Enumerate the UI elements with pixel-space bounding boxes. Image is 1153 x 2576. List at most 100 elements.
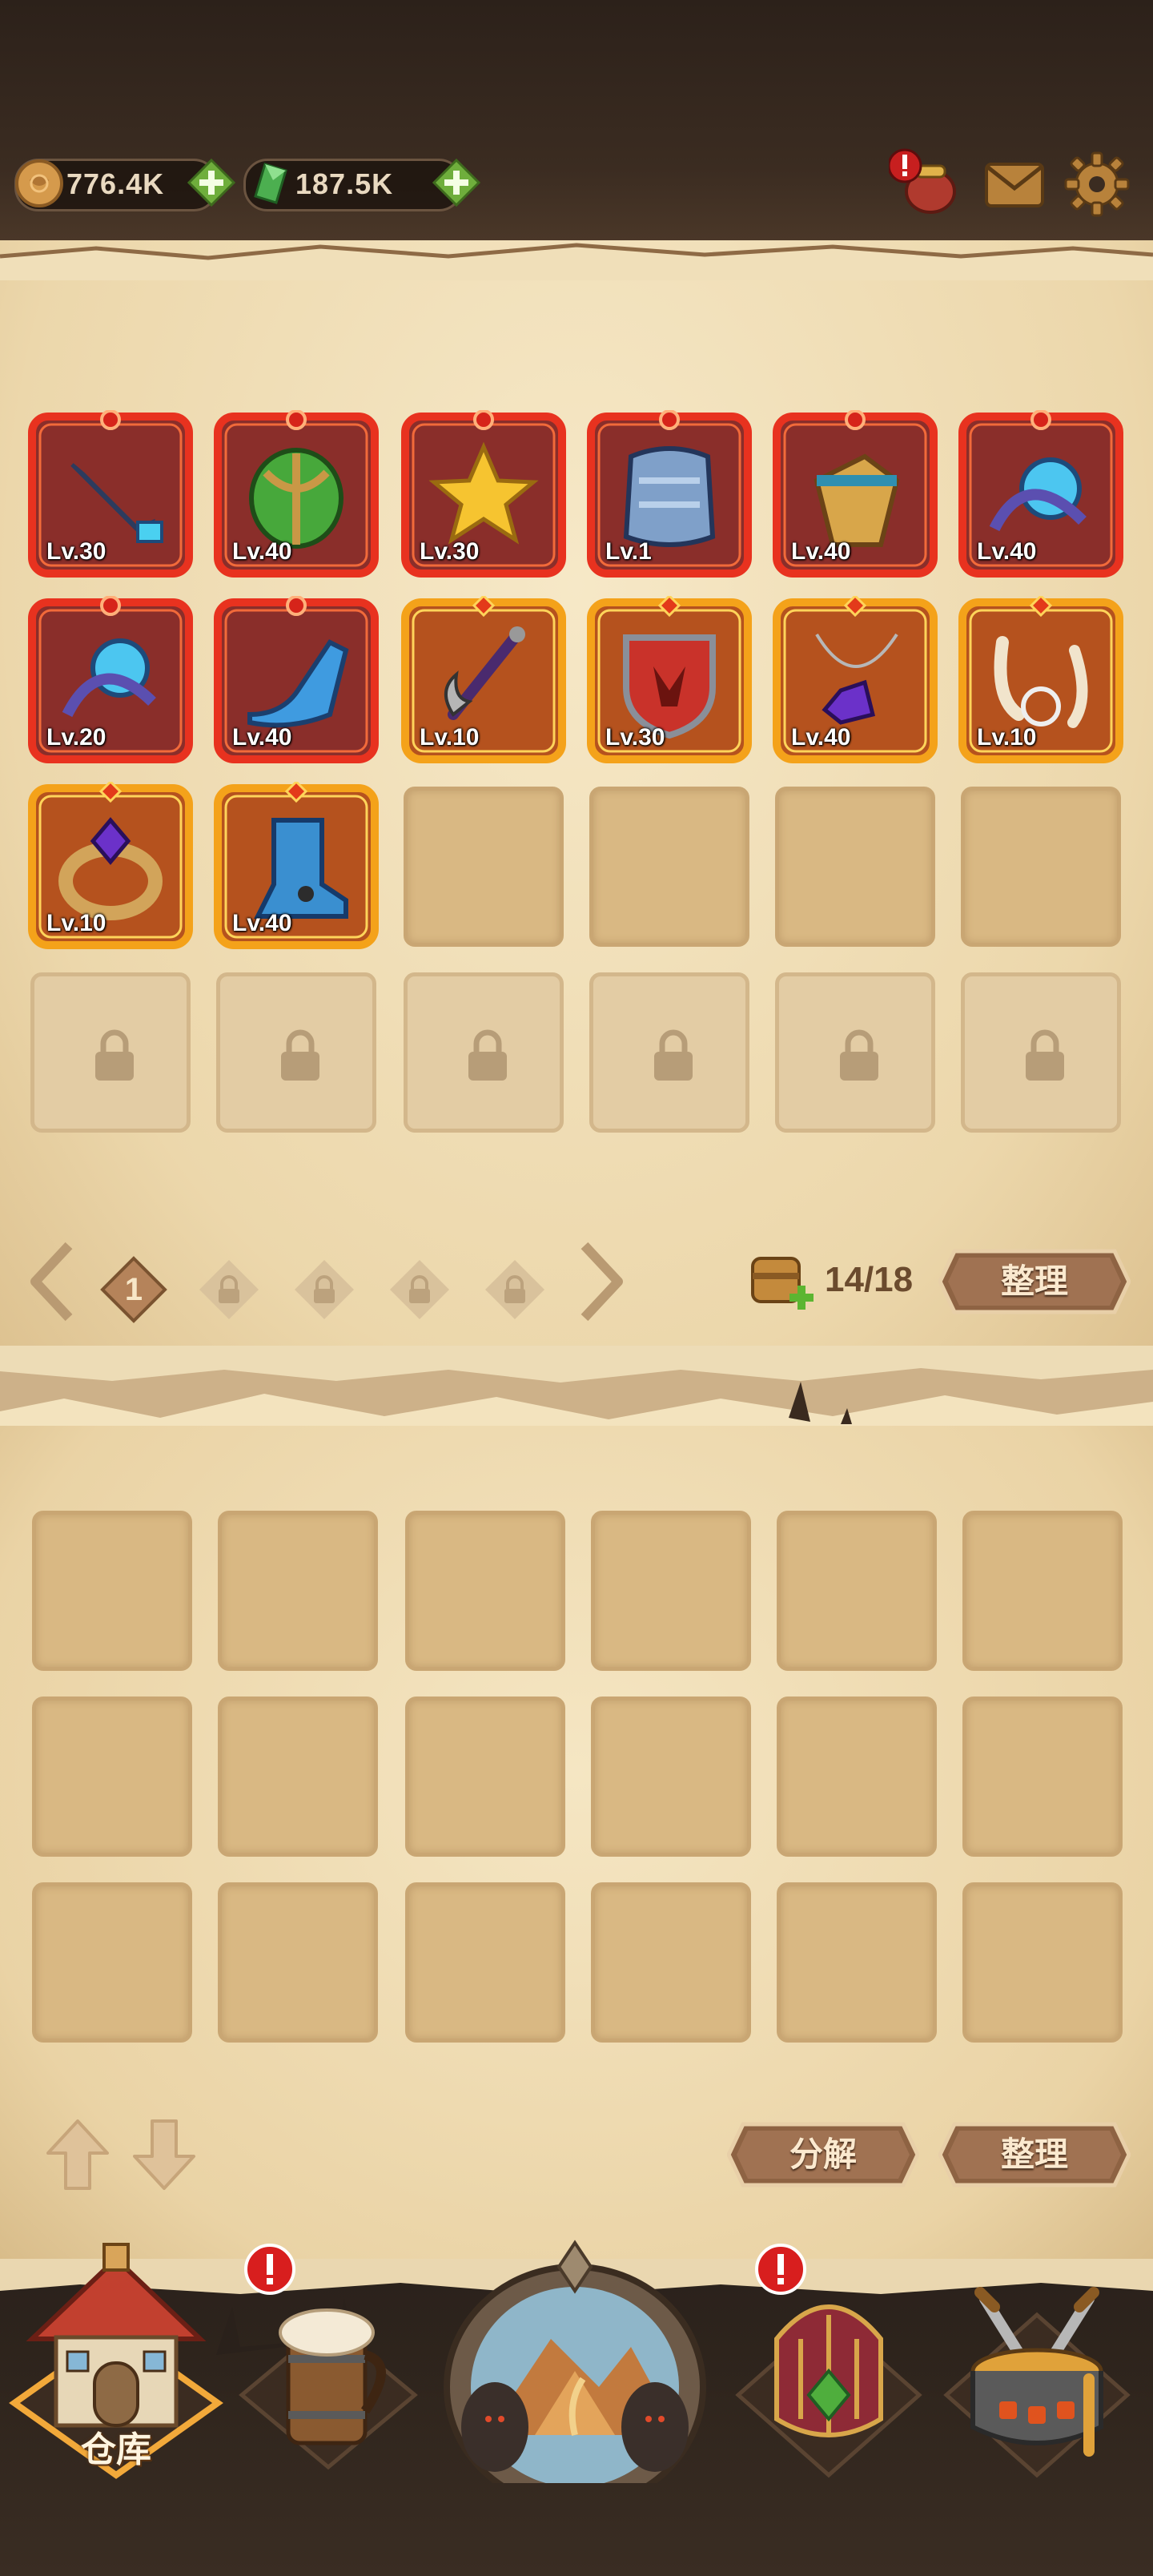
nav-equipment[interactable] [729,2244,929,2483]
item-level: Lv.30 [420,538,480,565]
alert-badge-icon [244,2244,295,2295]
next-page-arrow-icon[interactable] [573,1238,629,1326]
item-level: Lv.30 [605,724,665,751]
item-level: Lv.10 [420,724,480,751]
lock-icon [1026,1029,1064,1081]
item-level: Lv.40 [791,724,851,751]
sort-button-lower[interactable]: 整理 [938,2115,1131,2195]
locked-slot [961,972,1121,1133]
item-slot-glass-shoe[interactable]: Lv.40 [214,596,379,763]
page-1-button[interactable]: 1 [99,1255,168,1324]
locked-page-icon [199,1260,259,1319]
event-pouch-icon[interactable] [889,148,961,220]
lock-icon [468,1029,507,1081]
nav-tavern[interactable] [232,2244,424,2483]
storage-slot[interactable] [962,1882,1123,2043]
lock-icon [840,1029,878,1081]
item-level: Lv.40 [977,538,1037,565]
lock-icon [281,1029,319,1081]
empty-slot[interactable] [589,787,749,947]
item-level: Lv.10 [46,910,106,936]
scroll-down-arrow-icon[interactable] [128,2115,200,2195]
empty-slot[interactable] [404,787,564,947]
item-level: Lv.1 [605,538,652,565]
storage-slot[interactable] [218,1511,378,1671]
item-slot-plate-armor[interactable]: Lv.1 [587,410,752,578]
storage-slot[interactable] [405,1697,565,1857]
item-slot-sword-blade[interactable]: Lv.30 [28,410,193,578]
gear-icon[interactable] [1061,148,1133,220]
top-bar: 776.4K 187.5K [0,0,1153,240]
empty-slot[interactable] [961,787,1121,947]
panel-top-edge [0,243,1153,280]
item-slot-amethyst-ring[interactable]: Lv.10 [28,782,193,949]
item-slot-purple-gem-necklace[interactable]: Lv.40 [773,596,938,763]
page-number: 1 [124,1272,143,1307]
item-slot-scythe-staff[interactable]: Lv.10 [401,596,566,763]
decompose-label: 分解 [789,2135,857,2173]
item-slot-orb-amulet[interactable]: Lv.40 [958,410,1123,578]
gem-counter: 187.5K [243,158,481,211]
sort-label: 整理 [1000,2135,1068,2173]
gem-amount: 187.5K [295,167,394,200]
storage-slot[interactable] [32,1511,192,1671]
storage-slot[interactable] [405,1511,565,1671]
item-slot-orb-amulet-2[interactable]: Lv.20 [28,596,193,763]
green-gem-icon [254,163,287,204]
item-level: Lv.40 [791,538,851,565]
sort-button-upper[interactable]: 整理 [938,1242,1131,1322]
lock-icon [95,1029,134,1081]
capacity-count: 14/18 [825,1260,914,1299]
item-level: Lv.40 [232,910,292,936]
storage-slot[interactable] [405,1882,565,2043]
locked-slot [30,972,191,1133]
lock-icon [654,1029,693,1081]
storage-slot[interactable] [591,1511,751,1671]
storage-slot[interactable] [218,1882,378,2043]
coin-icon [15,159,63,207]
item-slot-blue-boot[interactable]: Lv.40 [214,782,379,949]
coin-counter: 776.4K [14,158,236,211]
storage-slot[interactable] [777,1882,937,2043]
prev-page-arrow-icon[interactable] [24,1238,80,1326]
storage-slot[interactable] [591,1697,751,1857]
item-level: Lv.30 [46,538,106,565]
expand-bag-icon[interactable] [745,1246,817,1318]
add-coins-icon[interactable] [187,158,236,207]
item-slot-wolf-shield[interactable]: Lv.30 [587,596,752,763]
empty-slot[interactable] [775,787,935,947]
storage-slot[interactable] [962,1511,1123,1671]
scroll-up-arrow-icon[interactable] [42,2115,114,2195]
item-level: Lv.40 [232,538,292,565]
adventure-portal-icon [444,2240,706,2510]
bottom-navigation: 仓库 [0,2240,1153,2576]
locked-slot [216,972,376,1133]
nav-forge[interactable] [937,2251,1137,2483]
nav-adventure[interactable] [439,2227,711,2510]
item-slot-green-egg-helmet[interactable]: Lv.40 [214,410,379,578]
storage-slot[interactable] [218,1697,378,1857]
storage-slot[interactable] [777,1511,937,1671]
locked-page-icon [295,1260,354,1319]
item-slot-fang-necklace[interactable]: Lv.10 [958,596,1123,763]
storage-slot[interactable] [591,1882,751,2043]
alert-badge-icon [755,2244,806,2295]
item-slot-star-charm[interactable]: Lv.30 [401,410,566,578]
storage-slot[interactable] [32,1882,192,2043]
item-slot-gold-gauntlet[interactable]: Lv.40 [773,410,938,578]
locked-page-icon [485,1260,544,1319]
add-gems-icon[interactable] [432,158,481,207]
nav-warehouse-label: 仓库 [81,2430,151,2469]
item-level: Lv.40 [232,724,292,751]
storage-slot[interactable] [777,1697,937,1857]
locked-slot [775,972,935,1133]
forge-cauldron-icon [943,2287,1131,2478]
nav-warehouse[interactable]: 仓库 [8,2235,224,2483]
storage-slot[interactable] [32,1697,192,1857]
mail-icon[interactable] [978,148,1051,220]
locked-page-icon [390,1260,449,1319]
item-level: Lv.20 [46,724,106,751]
storage-slot[interactable] [962,1697,1123,1857]
decompose-button[interactable]: 分解 [727,2115,919,2195]
locked-slot [404,972,564,1133]
